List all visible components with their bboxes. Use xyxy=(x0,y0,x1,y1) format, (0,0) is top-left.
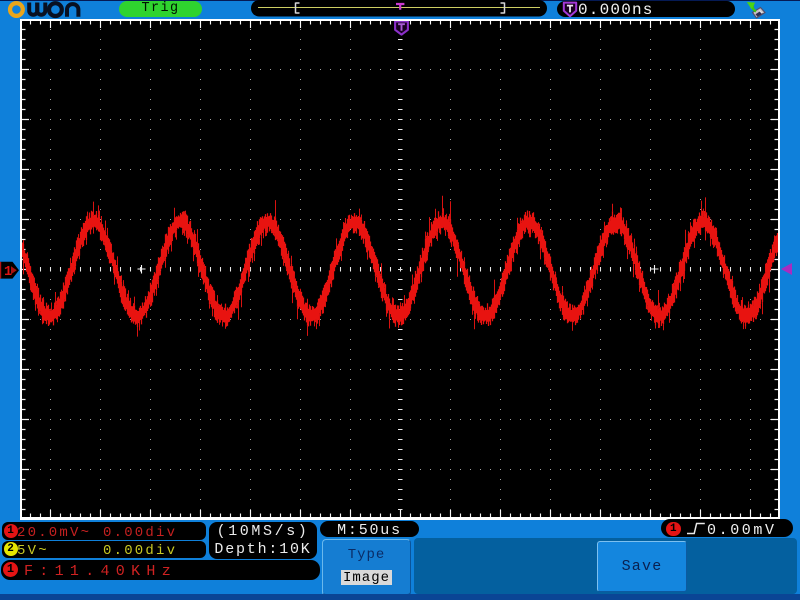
svg-text:1: 1 xyxy=(4,265,12,280)
